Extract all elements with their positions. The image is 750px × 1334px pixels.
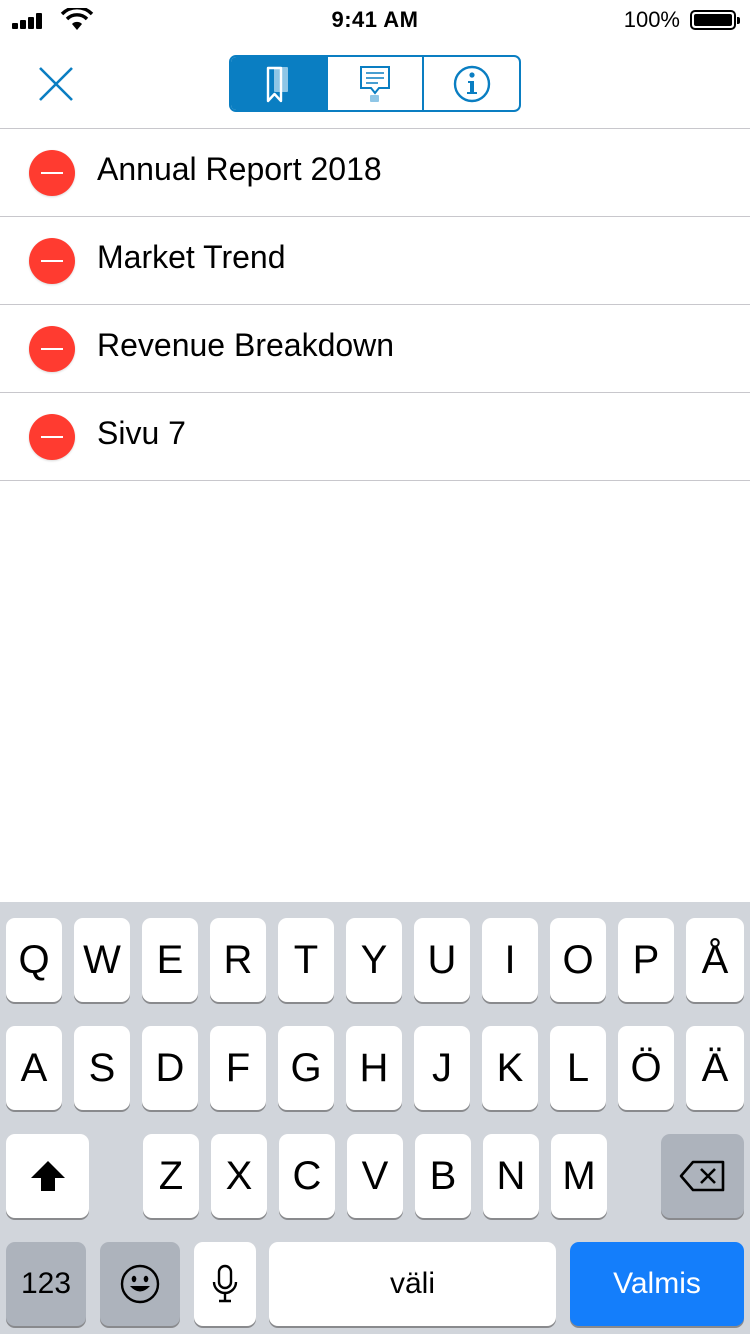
key[interactable]: Y — [346, 918, 402, 1002]
backspace-key[interactable] — [661, 1134, 744, 1218]
annotation-comment-icon — [360, 65, 390, 102]
emoji-key[interactable] — [100, 1242, 180, 1326]
key[interactable]: Ö — [618, 1026, 674, 1110]
key[interactable]: U — [414, 918, 470, 1002]
battery-icon — [690, 10, 740, 30]
key[interactable]: Z — [143, 1134, 199, 1218]
delete-button[interactable] — [29, 414, 75, 460]
list-item[interactable]: Annual Report 2018 — [0, 129, 750, 217]
backspace-icon — [679, 1160, 724, 1192]
key[interactable]: G — [278, 1026, 334, 1110]
key[interactable]: L — [550, 1026, 606, 1110]
emoji-icon — [120, 1264, 160, 1304]
tab-bookmarks[interactable] — [231, 57, 326, 110]
space-key[interactable]: väli — [269, 1242, 556, 1326]
key[interactable]: I — [482, 918, 538, 1002]
tab-annotations[interactable] — [325, 57, 423, 110]
key[interactable]: Q — [6, 918, 62, 1002]
key[interactable]: T — [278, 918, 334, 1002]
microphone-icon — [212, 1264, 238, 1303]
key[interactable]: A — [6, 1026, 62, 1110]
key[interactable]: M — [551, 1134, 607, 1218]
key[interactable]: J — [414, 1026, 470, 1110]
delete-button[interactable] — [29, 238, 75, 284]
status-bar: 9:41 AM 100% — [0, 0, 750, 40]
delete-button[interactable] — [29, 326, 75, 372]
key[interactable]: X — [211, 1134, 267, 1218]
bookmark-label: Annual Report 2018 — [97, 151, 382, 187]
key[interactable]: E — [142, 918, 198, 1002]
key[interactable]: F — [210, 1026, 266, 1110]
battery-percentage: 100% — [623, 7, 680, 32]
numbers-key[interactable]: 123 — [6, 1242, 86, 1326]
key[interactable]: R — [210, 918, 266, 1002]
list-item[interactable]: Revenue Breakdown — [0, 305, 750, 393]
bookmark-list: Annual Report 2018 Market Trend Revenue … — [0, 129, 750, 481]
info-icon — [453, 65, 490, 102]
key[interactable]: H — [346, 1026, 402, 1110]
delete-button[interactable] — [29, 150, 75, 196]
close-button[interactable] — [36, 64, 76, 104]
navigation-bar — [0, 40, 750, 129]
bookmark-label: Sivu 7 — [97, 415, 186, 451]
keyboard: Q W E R T Y U I O P Å A S D F G H J K L … — [0, 902, 750, 1334]
key[interactable]: P — [618, 918, 674, 1002]
key[interactable]: B — [415, 1134, 471, 1218]
key[interactable]: K — [482, 1026, 538, 1110]
key[interactable]: O — [550, 918, 606, 1002]
list-item[interactable]: Sivu 7 — [0, 393, 750, 481]
microphone-key[interactable] — [194, 1242, 256, 1326]
bookmark-label: Revenue Breakdown — [97, 327, 395, 363]
key[interactable]: S — [74, 1026, 130, 1110]
tab-info[interactable] — [422, 57, 519, 110]
done-key[interactable]: Valmis — [570, 1242, 744, 1326]
key[interactable]: Å — [686, 918, 744, 1002]
bookmark-label: Market Trend — [97, 239, 286, 275]
key[interactable]: V — [347, 1134, 403, 1218]
key[interactable]: W — [74, 918, 130, 1002]
list-item[interactable]: Market Trend — [0, 217, 750, 305]
view-segmented-control — [229, 55, 521, 112]
key[interactable]: Ä — [686, 1026, 744, 1110]
key[interactable]: N — [483, 1134, 539, 1218]
close-icon — [39, 67, 73, 101]
shift-icon — [30, 1161, 65, 1191]
key[interactable]: D — [142, 1026, 198, 1110]
shift-key[interactable] — [6, 1134, 89, 1218]
key[interactable]: C — [279, 1134, 335, 1218]
bookmark-icon — [267, 66, 289, 102]
